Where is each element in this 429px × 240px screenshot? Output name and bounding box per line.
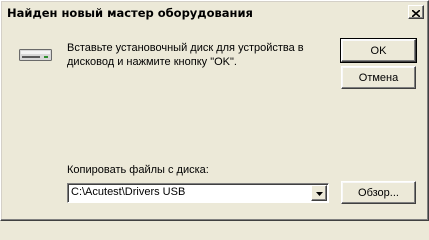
- dropdown-button[interactable]: [311, 185, 327, 201]
- window-title: Найден новый мастер оборудования: [7, 6, 253, 20]
- copy-from-combobox[interactable]: C:\Acutest\Drivers USB: [67, 183, 329, 203]
- browse-button-label: Обзор...: [358, 186, 399, 199]
- title-bar[interactable]: Найден новый мастер оборудования: [3, 3, 426, 23]
- disk-drive-icon: [19, 48, 53, 65]
- dialog-window: Найден новый мастер оборудования Вставьт…: [0, 0, 429, 221]
- copy-from-label: Копировать файлы с диска:: [67, 164, 209, 176]
- close-button[interactable]: [408, 5, 424, 19]
- ok-button[interactable]: OK: [340, 38, 417, 63]
- close-icon: [411, 5, 421, 20]
- instruction-text: Вставьте установочный диск для устройств…: [67, 42, 304, 68]
- cancel-button-label: Отмена: [358, 71, 399, 84]
- cancel-button[interactable]: Отмена: [341, 66, 416, 89]
- chevron-down-icon: [315, 187, 323, 199]
- browse-button[interactable]: Обзор...: [341, 181, 416, 204]
- copy-from-value[interactable]: C:\Acutest\Drivers USB: [71, 186, 185, 198]
- ok-button-label: OK: [370, 44, 387, 57]
